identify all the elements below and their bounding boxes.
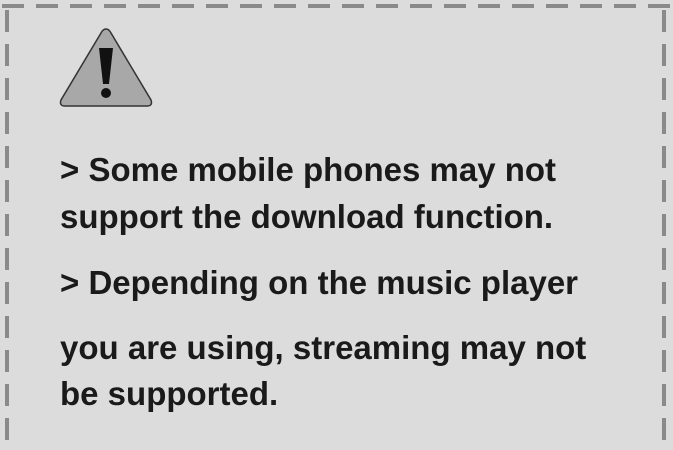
warning-triangle-icon bbox=[59, 28, 153, 107]
notice-line-2: support the download function. bbox=[60, 198, 554, 235]
notice-line-4: you are using, streaming may not bbox=[60, 329, 587, 366]
notice-line-1: > Some mobile phones may not bbox=[60, 151, 557, 188]
notice-line-3: > Depending on the music player bbox=[60, 264, 579, 301]
notice-line-5: be supported. bbox=[60, 375, 279, 412]
notice-panel: > Some mobile phones may not support the… bbox=[0, 0, 673, 450]
exclamation-dot-icon bbox=[101, 88, 111, 98]
